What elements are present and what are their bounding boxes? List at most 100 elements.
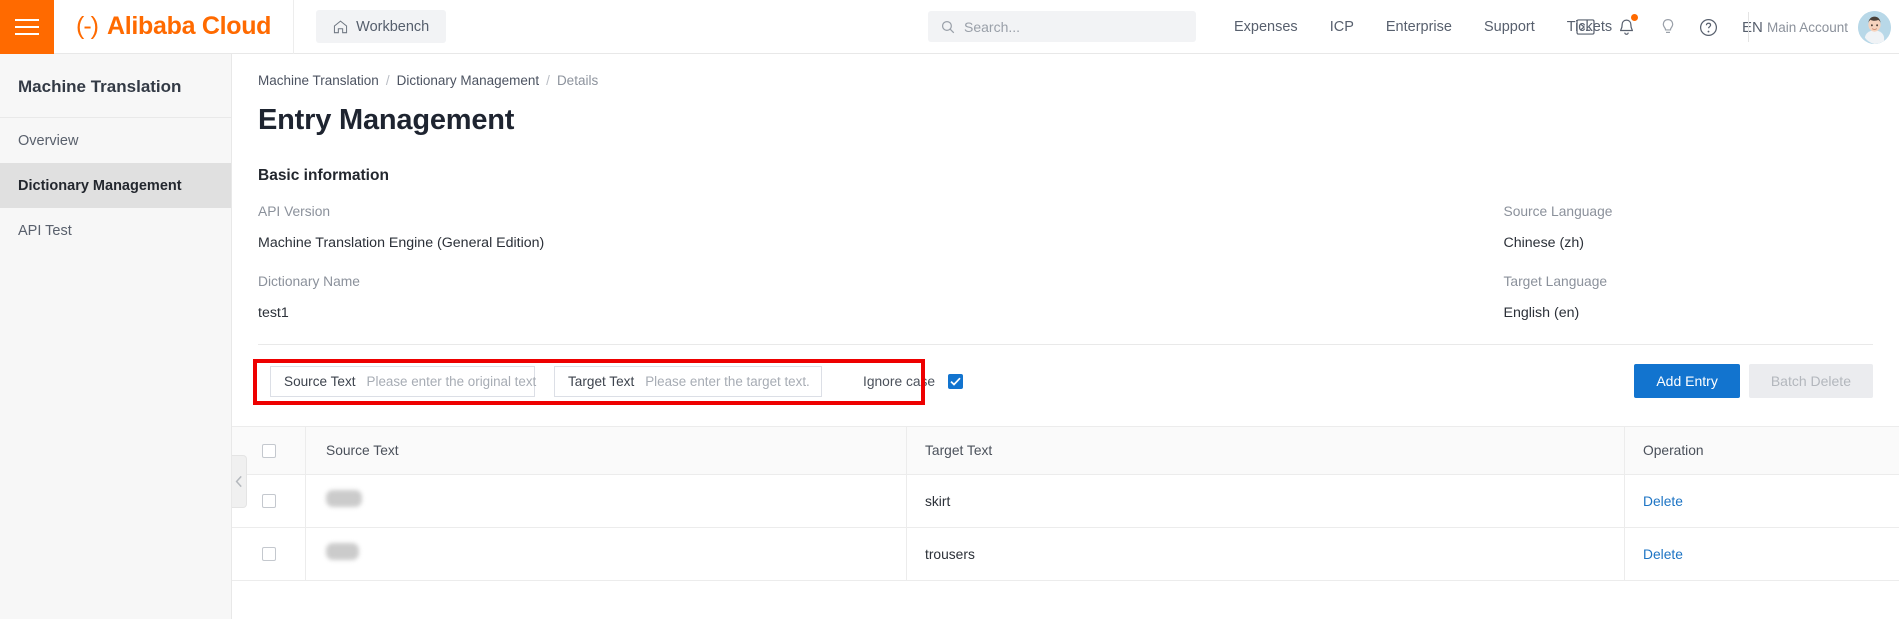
sidebar-item-api-test[interactable]: API Test <box>0 208 231 253</box>
row-checkbox[interactable] <box>261 547 276 561</box>
alibaba-cloud-logo[interactable]: (-) Alibaba Cloud <box>54 0 295 54</box>
batch-delete-button: Batch Delete <box>1748 364 1873 398</box>
sidebar-item-overview[interactable]: Overview <box>0 118 231 163</box>
info-label: API Version <box>258 204 331 219</box>
breadcrumb-item-machine-translation[interactable]: Machine Translation <box>258 73 379 88</box>
target-text-input[interactable] <box>645 367 823 396</box>
target-text-value: skirt <box>925 493 951 509</box>
chevron-left-icon <box>235 475 242 488</box>
sidebar-item-label: Overview <box>18 132 79 149</box>
source-text-filter[interactable]: Source Text <box>270 366 544 397</box>
bell-notification-icon[interactable] <box>1606 0 1647 54</box>
section-divider <box>258 344 1873 345</box>
sidebar-item-label: Dictionary Management <box>18 177 182 194</box>
help-question-icon[interactable] <box>1688 0 1729 54</box>
search-input[interactable]: Search... <box>964 19 1020 35</box>
action-buttons: Add Entry Batch Delete <box>1634 364 1873 398</box>
column-header-operation: Operation <box>1624 427 1899 474</box>
info-row: API Version Machine Translation Engine (… <box>258 204 1873 251</box>
sidebar-item-label: API Test <box>18 222 72 239</box>
nav-link-enterprise[interactable]: Enterprise <box>1370 19 1468 35</box>
avatar[interactable] <box>1858 10 1891 44</box>
account-name-label: Main Account <box>1766 19 1848 35</box>
info-value: test1 <box>258 305 289 321</box>
account-menu[interactable]: Main Account <box>1740 0 1891 54</box>
basic-information-grid: API Version Machine Translation Engine (… <box>232 204 1899 321</box>
notification-badge-dot <box>1631 14 1638 21</box>
console-terminal-icon[interactable] <box>1565 0 1606 54</box>
search-icon <box>941 20 955 33</box>
section-title-basic-information: Basic information <box>258 167 389 184</box>
info-field-target-language: Target Language English (en) <box>1066 274 1874 321</box>
ignore-case-toggle[interactable]: Ignore case <box>863 374 964 389</box>
redacted-source-text <box>326 490 362 507</box>
row-checkbox[interactable] <box>261 494 276 508</box>
home-icon <box>334 19 348 33</box>
breadcrumb-separator: / <box>546 73 550 88</box>
target-text-value: trousers <box>925 546 975 562</box>
nav-link-icp[interactable]: ICP <box>1314 19 1370 35</box>
breadcrumb: Machine Translation / Dictionary Managem… <box>232 54 1899 88</box>
main-content: Machine Translation / Dictionary Managem… <box>232 54 1899 619</box>
workbench-button[interactable]: Workbench <box>316 10 447 43</box>
info-field-source-language: Source Language Chinese (zh) <box>1066 204 1874 251</box>
hamburger-bar <box>15 25 39 28</box>
add-entry-button[interactable]: Add Entry <box>1634 364 1740 398</box>
workbench-label: Workbench <box>356 18 430 35</box>
hamburger-bar <box>15 32 39 35</box>
column-header-target-text: Target Text <box>906 427 1624 474</box>
alibaba-cloud-mark-icon: (-) <box>76 12 99 40</box>
column-label: Operation <box>1643 443 1704 458</box>
page-title: Entry Management <box>258 104 515 136</box>
breadcrumb-item-dictionary-management[interactable]: Dictionary Management <box>397 73 540 88</box>
hamburger-menu-icon[interactable] <box>0 0 54 54</box>
sidebar-item-dictionary-management[interactable]: Dictionary Management <box>0 163 231 208</box>
source-text-filter-label: Source Text <box>284 374 356 389</box>
info-row: Dictionary Name test1 Target Language En… <box>258 274 1873 321</box>
lightbulb-idea-icon[interactable] <box>1647 0 1688 54</box>
checkmark-icon <box>950 377 961 386</box>
redacted-source-text <box>326 543 359 560</box>
breadcrumb-item-details: Details <box>556 73 599 88</box>
info-label: Target Language <box>1503 274 1608 289</box>
info-field-api-version: API Version Machine Translation Engine (… <box>258 204 1066 251</box>
ignore-case-checkbox[interactable] <box>948 374 964 389</box>
global-search-box[interactable]: Search... <box>928 11 1196 42</box>
nav-link-support[interactable]: Support <box>1468 19 1551 35</box>
info-label: Source Language <box>1503 204 1613 219</box>
breadcrumb-separator: / <box>385 73 390 88</box>
account-divider <box>1747 12 1749 42</box>
table-header-row: Source Text Target Text Operation <box>232 426 1899 475</box>
cell-source-text <box>306 543 906 565</box>
delete-link[interactable]: Delete <box>1643 494 1683 509</box>
source-text-input[interactable] <box>366 367 544 396</box>
column-label: Target Text <box>925 443 993 458</box>
cell-target-text: trousers <box>906 528 1624 580</box>
cell-source-text <box>306 490 906 512</box>
column-label: Source Text <box>326 442 399 458</box>
cell-operation: Delete <box>1624 528 1899 580</box>
filter-toolbar: Source Text Target Text Ignore case Add … <box>232 350 1899 413</box>
info-field-dictionary-name: Dictionary Name test1 <box>258 274 1066 321</box>
cell-operation: Delete <box>1624 475 1899 527</box>
hamburger-bar <box>15 18 39 21</box>
entries-table: Source Text Target Text Operation skirt … <box>232 426 1899 581</box>
table-row: trousers Delete <box>232 528 1899 581</box>
info-value: Chinese (zh) <box>1503 235 1584 251</box>
column-header-source-text: Source Text <box>306 442 906 460</box>
brand-name: Alibaba Cloud <box>106 12 272 40</box>
select-all-checkbox[interactable] <box>261 443 276 458</box>
target-text-filter-label: Target Text <box>568 374 635 389</box>
info-label: Dictionary Name <box>258 274 360 289</box>
target-text-filter[interactable]: Target Text <box>554 366 823 397</box>
info-value: Machine Translation Engine (General Edit… <box>258 235 545 251</box>
top-navigation-bar: (-) Alibaba Cloud Workbench Search... Ex… <box>0 0 1899 54</box>
delete-link[interactable]: Delete <box>1643 547 1683 562</box>
row-select-cell <box>232 528 306 580</box>
table-row: skirt Delete <box>232 475 1899 528</box>
nav-link-expenses[interactable]: Expenses <box>1218 19 1314 35</box>
sidebar-title: Machine Translation <box>0 54 231 118</box>
sidebar-collapse-button[interactable] <box>232 455 247 508</box>
cell-target-text: skirt <box>906 475 1624 527</box>
left-sidebar: Machine Translation Overview Dictionary … <box>0 54 232 619</box>
